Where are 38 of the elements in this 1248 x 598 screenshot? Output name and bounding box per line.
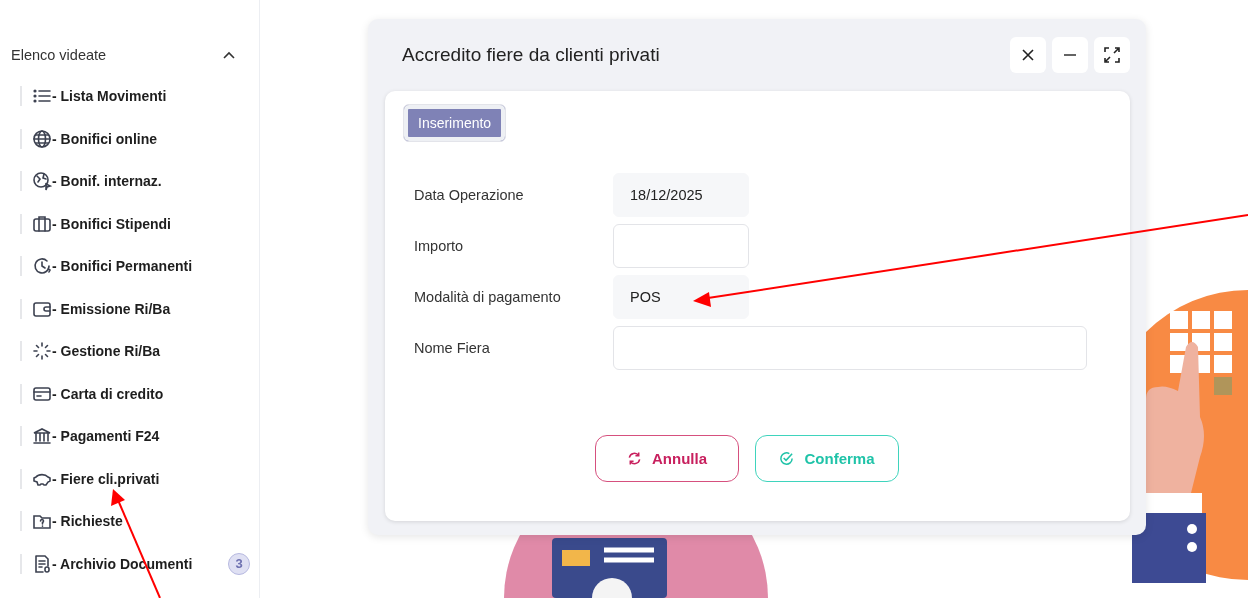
field-label: Importo [413,238,465,254]
check-circle-icon [779,451,795,466]
menu-item[interactable]: - Bonifici Permanenti [52,258,193,274]
close-icon [1021,48,1035,62]
input-field[interactable] [613,326,1087,370]
count-badge: 3 [228,552,250,575]
menu-item[interactable]: - Richieste [52,513,123,529]
clock-icon [32,256,52,276]
menu-item[interactable]: - Bonifici online [52,130,157,147]
menu-item[interactable]: - Fiere cli.privati [52,470,160,487]
input-field[interactable]: 18/12/2025 [613,173,749,217]
input-field[interactable] [613,224,749,268]
menu-item[interactable]: - Pagamenti F24 [52,428,160,444]
menu-item[interactable]: - Emissione Ri/Ba [52,300,171,317]
document-icon [32,553,52,574]
maximize-icon [1103,46,1121,64]
globe-pin-icon [32,171,52,191]
input-field[interactable]: POS [613,275,749,319]
maximize-button[interactable] [1094,37,1130,73]
chevron-icon[interactable] [223,51,235,59]
tab[interactable]: Inserimento [403,104,507,142]
loader-icon [32,341,52,361]
sidebar-title: Elenco videate [11,47,107,63]
field-label: Data Operazione [413,187,525,203]
refresh-icon [627,451,642,466]
menu-item[interactable]: - Lista Movimenti [52,88,167,104]
menu-item[interactable]: - Bonif. internaz. [52,173,162,189]
menu-item[interactable]: - Gestione Ri/Ba [52,343,161,359]
briefcase-icon [32,213,52,234]
menu-item[interactable]: - Bonifici Stipendi [52,215,171,232]
field-label: Nome Fiera [413,340,491,356]
close-button[interactable] [1010,37,1046,73]
menu-item[interactable]: - Carta di credito [52,385,164,402]
globe-icon [32,128,52,149]
cancel-button[interactable]: Annulla [595,435,739,482]
dialog-title: Accredito fiere da clienti privati [402,44,660,66]
bank-icon [32,426,52,446]
field-label: Modalità di pagamento [413,289,562,305]
